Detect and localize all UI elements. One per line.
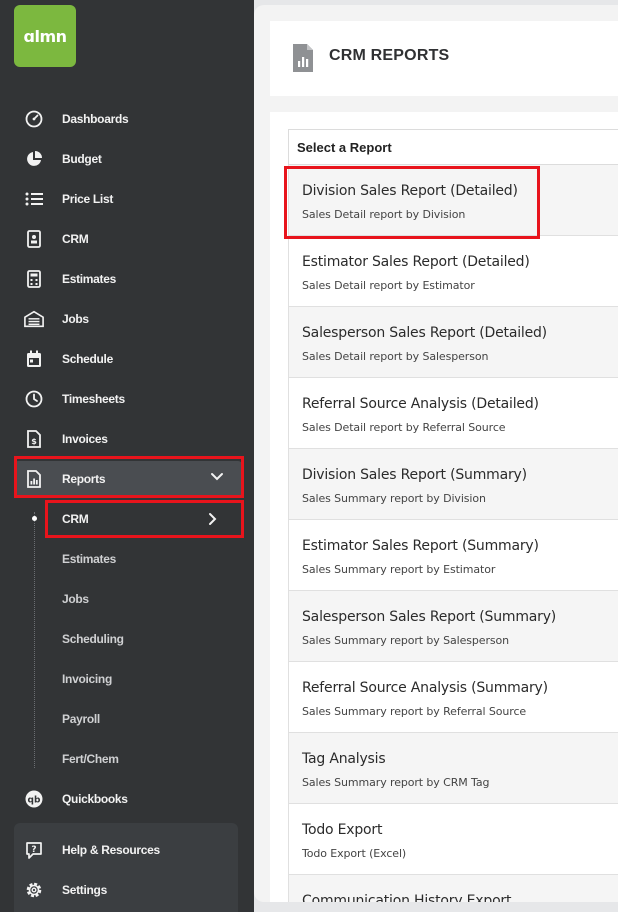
sidebar-item-label: Timesheets — [62, 392, 125, 406]
sidebar: ɑlmn Dashboards Budget Price List CRM Es… — [0, 0, 254, 912]
sidebar-item-label: CRM — [62, 232, 89, 246]
report-item[interactable]: Todo Export Todo Export (Excel) — [288, 804, 618, 875]
submenu-item-payroll[interactable]: Payroll — [48, 703, 242, 735]
page-title: CRM REPORTS — [329, 47, 450, 64]
submenu-item-label: Jobs — [62, 592, 89, 606]
report-item[interactable]: Tag Analysis Sales Summary report by CRM… — [288, 733, 618, 804]
sidebar-item-label: Estimates — [62, 272, 116, 286]
sidebar-item-label: Help & Resources — [62, 843, 160, 857]
report-subtitle: Sales Summary report by Division — [302, 492, 486, 505]
garage-icon — [24, 309, 44, 329]
report-subtitle: Sales Detail report by Estimator — [302, 279, 475, 292]
report-title: Referral Source Analysis (Detailed) — [302, 396, 539, 412]
sidebar-item-label: Schedule — [62, 352, 113, 366]
report-item[interactable]: Referral Source Analysis (Summary) Sales… — [288, 662, 618, 733]
report-item[interactable]: Estimator Sales Report (Detailed) Sales … — [288, 236, 618, 307]
selected-report-highlight-box — [284, 166, 540, 239]
sidebar-item-estimates[interactable]: Estimates — [14, 261, 242, 297]
sidebar-item-budget[interactable]: Budget — [14, 141, 242, 177]
report-subtitle: Sales Summary report by Salesperson — [302, 634, 509, 647]
sidebar-item-price-list[interactable]: Price List — [14, 181, 242, 217]
report-subtitle: Sales Summary report by Referral Source — [302, 705, 527, 718]
report-item[interactable]: Division Sales Report (Summary) Sales Su… — [288, 449, 618, 520]
gauge-icon — [24, 109, 44, 129]
logo-text: ɑlmn — [23, 27, 68, 46]
report-title: Division Sales Report (Summary) — [302, 467, 527, 483]
quickbooks-icon: qb — [24, 789, 44, 809]
report-title: Salesperson Sales Report (Summary) — [302, 609, 557, 625]
report-subtitle: Todo Export (Excel) — [302, 847, 407, 860]
submenu-item-label: Estimates — [62, 552, 116, 566]
calendar-icon — [24, 349, 44, 369]
svg-text:qb: qb — [28, 796, 41, 806]
sidebar-item-label: Quickbooks — [62, 792, 128, 806]
list-icon — [24, 189, 44, 209]
help-icon: ? — [24, 840, 44, 860]
sidebar-item-help-resources[interactable]: ? Help & Resources — [14, 832, 242, 868]
sidebar-item-timesheets[interactable]: Timesheets — [14, 381, 242, 417]
clock-icon — [24, 389, 44, 409]
report-subtitle: Sales Summary report by CRM Tag — [302, 776, 490, 789]
svg-text:$: $ — [31, 437, 37, 446]
submenu-item-label: Payroll — [62, 712, 100, 726]
report-subtitle: Sales Detail report by Referral Source — [302, 421, 506, 434]
report-item[interactable]: Salesperson Sales Report (Detailed) Sale… — [288, 307, 618, 378]
submenu-tree-line — [34, 512, 35, 768]
sidebar-item-label: Invoices — [62, 432, 108, 446]
sidebar-item-schedule[interactable]: Schedule — [14, 341, 242, 377]
crm-highlight-box — [45, 500, 244, 538]
submenu-item-fert-chem[interactable]: Fert/Chem — [48, 743, 242, 775]
report-list-header: Select a Report — [288, 129, 618, 165]
sidebar-item-quickbooks[interactable]: qb Quickbooks — [14, 781, 242, 817]
sidebar-item-crm[interactable]: CRM — [14, 221, 242, 257]
report-title: Salesperson Sales Report (Detailed) — [302, 325, 547, 341]
report-title: Estimator Sales Report (Detailed) — [302, 254, 530, 270]
contact-card-icon — [24, 229, 44, 249]
report-document-icon — [292, 43, 314, 73]
submenu-item-label: Invoicing — [62, 672, 112, 686]
report-title: Referral Source Analysis (Summary) — [302, 680, 548, 696]
sidebar-item-jobs[interactable]: Jobs — [14, 301, 242, 337]
submenu-item-jobs[interactable]: Jobs — [48, 583, 242, 615]
report-item[interactable]: Estimator Sales Report (Summary) Sales S… — [288, 520, 618, 591]
report-subtitle: Sales Detail report by Salesperson — [302, 350, 489, 363]
calculator-icon — [24, 269, 44, 289]
almn-logo[interactable]: ɑlmn — [14, 5, 76, 67]
report-item[interactable]: Communication History Export — [288, 875, 618, 902]
current-item-dot — [32, 516, 37, 521]
sidebar-item-label: Dashboards — [62, 112, 129, 126]
submenu-item-label: Fert/Chem — [62, 752, 119, 766]
invoice-icon: $ — [24, 429, 44, 449]
gear-icon — [24, 880, 44, 900]
submenu-item-estimates[interactable]: Estimates — [48, 543, 242, 575]
pie-chart-icon — [24, 149, 44, 169]
report-title: Tag Analysis — [302, 751, 386, 767]
report-title: Communication History Export — [302, 893, 512, 902]
sidebar-item-dashboards[interactable]: Dashboards — [14, 101, 242, 137]
report-subtitle: Sales Summary report by Estimator — [302, 563, 496, 576]
reports-highlight-box — [14, 456, 244, 498]
sidebar-item-settings[interactable]: Settings — [14, 872, 242, 908]
svg-text:?: ? — [31, 845, 36, 855]
sidebar-item-label: Jobs — [62, 312, 89, 326]
sidebar-item-label: Budget — [62, 152, 102, 166]
report-title: Estimator Sales Report (Summary) — [302, 538, 539, 554]
submenu-item-label: Scheduling — [62, 632, 124, 646]
main-content: CRM REPORTS Select a Report Division Sal… — [254, 5, 618, 902]
sidebar-item-invoices[interactable]: $ Invoices — [14, 421, 242, 457]
report-item[interactable]: Referral Source Analysis (Detailed) Sale… — [288, 378, 618, 449]
report-title: Todo Export — [302, 822, 383, 838]
page-header: CRM REPORTS — [270, 21, 618, 96]
sidebar-item-label: Settings — [62, 883, 107, 897]
submenu-item-invoicing[interactable]: Invoicing — [48, 663, 242, 695]
submenu-item-scheduling[interactable]: Scheduling — [48, 623, 242, 655]
sidebar-item-label: Price List — [62, 192, 114, 206]
report-item[interactable]: Salesperson Sales Report (Summary) Sales… — [288, 591, 618, 662]
